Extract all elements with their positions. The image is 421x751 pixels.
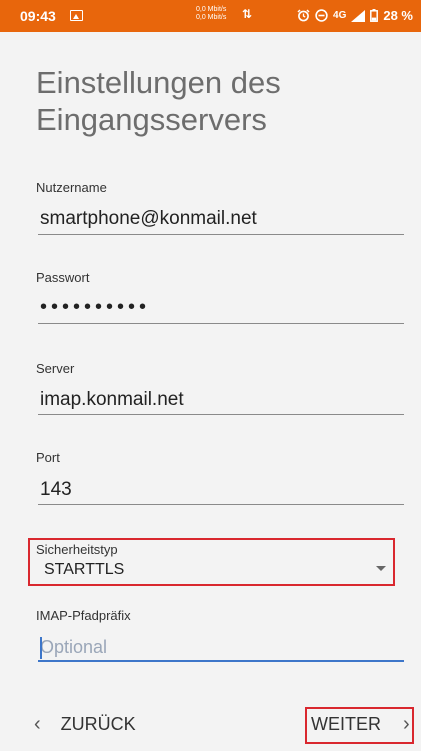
imap-prefix-label: IMAP-Pfadpräfix <box>36 608 131 623</box>
username-label: Nutzername <box>36 180 107 195</box>
next-button[interactable]: WEITER › <box>311 713 410 736</box>
security-type-label: Sicherheitstyp <box>36 542 118 557</box>
port-label: Port <box>36 450 60 465</box>
next-label: WEITER <box>311 714 381 734</box>
alarm-icon <box>297 9 310 22</box>
status-bar: 09:43 0,0 Mbit/s 0,0 Mbit/s ⇅ 4G 28 % <box>0 0 421 32</box>
back-button[interactable]: ‹ ZURÜCK <box>34 713 136 736</box>
username-underline <box>38 234 404 235</box>
net-down-speed: 0,0 Mbit/s <box>196 14 227 21</box>
status-time: 09:43 <box>20 8 56 24</box>
page-title: Einstellungen des Eingangsservers <box>36 65 281 137</box>
signal-icon <box>351 9 366 22</box>
port-field[interactable]: 143 <box>40 479 72 501</box>
port-underline <box>38 504 404 505</box>
data-transfer-icon: ⇅ <box>242 7 253 21</box>
dropdown-arrow-icon[interactable] <box>376 566 386 571</box>
text-cursor <box>40 637 42 659</box>
chevron-left-icon: ‹ <box>34 713 41 735</box>
server-underline <box>38 414 404 415</box>
chevron-right-icon: › <box>403 713 410 735</box>
password-underline <box>38 323 404 324</box>
username-field[interactable]: smartphone@konmail.net <box>40 208 257 230</box>
back-label: ZURÜCK <box>60 714 136 734</box>
image-notification-icon <box>70 10 83 21</box>
do-not-disturb-icon <box>315 9 328 22</box>
security-type-dropdown[interactable]: STARTTLS <box>44 561 124 579</box>
battery-level: 28 % <box>383 8 413 23</box>
battery-icon <box>370 9 379 22</box>
status-icons: 4G 28 % <box>297 8 413 23</box>
server-field[interactable]: imap.konmail.net <box>40 389 184 411</box>
password-field[interactable]: •••••••••• <box>40 296 150 319</box>
network-speed: 0,0 Mbit/s 0,0 Mbit/s <box>196 6 226 22</box>
net-up-speed: 0,0 Mbit/s <box>196 6 227 13</box>
password-label: Passwort <box>36 270 90 285</box>
network-type: 4G <box>333 10 347 21</box>
imap-prefix-input[interactable] <box>38 634 404 662</box>
server-label: Server <box>36 361 75 376</box>
